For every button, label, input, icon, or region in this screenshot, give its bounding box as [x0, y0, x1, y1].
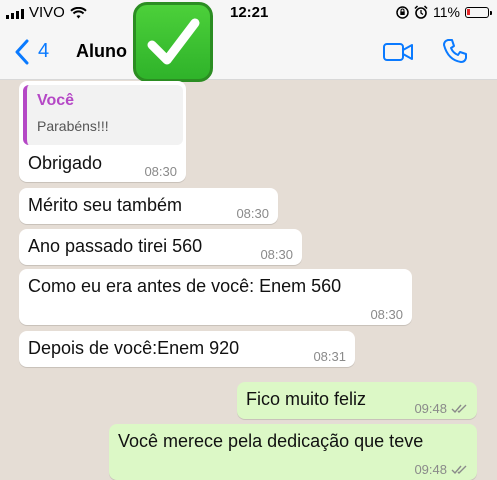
message-bubble[interactable]: Ano passado tirei 560 08:30 — [19, 229, 302, 265]
back-unread-count[interactable]: 4 — [38, 40, 49, 63]
message-text: Depois de você:Enem 920 — [28, 338, 240, 358]
contact-name[interactable]: Aluno — [76, 41, 127, 62]
message-text: Fico muito feliz — [246, 389, 367, 409]
chat-header: 4 Aluno — [0, 2, 497, 82]
message-time: 09:48 — [414, 401, 447, 416]
battery-percent: 11% — [433, 4, 460, 20]
read-receipt-icon — [451, 465, 467, 475]
message-time: 08:30 — [260, 247, 293, 262]
message-bubble[interactable]: Depois de você:Enem 920 08:31 — [19, 331, 355, 367]
message-bubble-outgoing[interactable]: Você merece pela dedicação que teve 09:4… — [109, 424, 477, 480]
quoted-reply[interactable]: Você Parabéns!!! — [23, 85, 183, 145]
message-time: 08:30 — [144, 164, 177, 179]
message-text: Obrigado — [28, 153, 103, 173]
status-left: VIVO — [6, 4, 87, 21]
message-time: 08:30 — [236, 206, 269, 221]
orientation-lock-icon — [396, 5, 409, 19]
carrier-label: VIVO — [29, 4, 65, 21]
check-mark-button-icon — [133, 2, 213, 82]
signal-icon — [6, 7, 24, 19]
message-bubble[interactable]: Mérito seu também 08:30 — [19, 188, 278, 224]
message-text: Como eu era antes de você: Enem 560 — [28, 276, 342, 296]
message-time: 08:30 — [370, 307, 403, 322]
message-time: 08:31 — [313, 349, 346, 364]
wifi-icon — [70, 6, 87, 18]
voice-call-icon[interactable] — [442, 38, 468, 64]
status-right: 11% — [396, 4, 492, 20]
video-call-icon[interactable] — [382, 41, 414, 63]
message-bubble[interactable]: Você Parabéns!!! Obrigado 08:30 — [19, 81, 186, 182]
message-text: Mérito seu também — [28, 195, 183, 215]
quoted-author: Você — [37, 92, 75, 109]
message-bubble[interactable]: Como eu era antes de você: Enem 560 08:3… — [19, 269, 412, 325]
message-text: Ano passado tirei 560 — [28, 236, 203, 256]
quoted-text: Parabéns!!! — [37, 118, 109, 134]
status-time: 12:21 — [230, 4, 269, 21]
back-chevron-icon[interactable] — [14, 39, 30, 65]
status-bar: VIVO 12:21 11% — [0, 0, 497, 26]
alarm-icon — [414, 5, 428, 19]
read-receipt-icon — [451, 404, 467, 414]
message-time: 09:48 — [414, 462, 447, 477]
message-text: Você merece pela dedicação que teve — [118, 431, 424, 451]
message-list[interactable]: Você Parabéns!!! Obrigado 08:30 Mérito s… — [0, 81, 497, 480]
battery-icon — [465, 6, 492, 18]
message-bubble-outgoing[interactable]: Fico muito feliz 09:48 — [237, 382, 477, 419]
